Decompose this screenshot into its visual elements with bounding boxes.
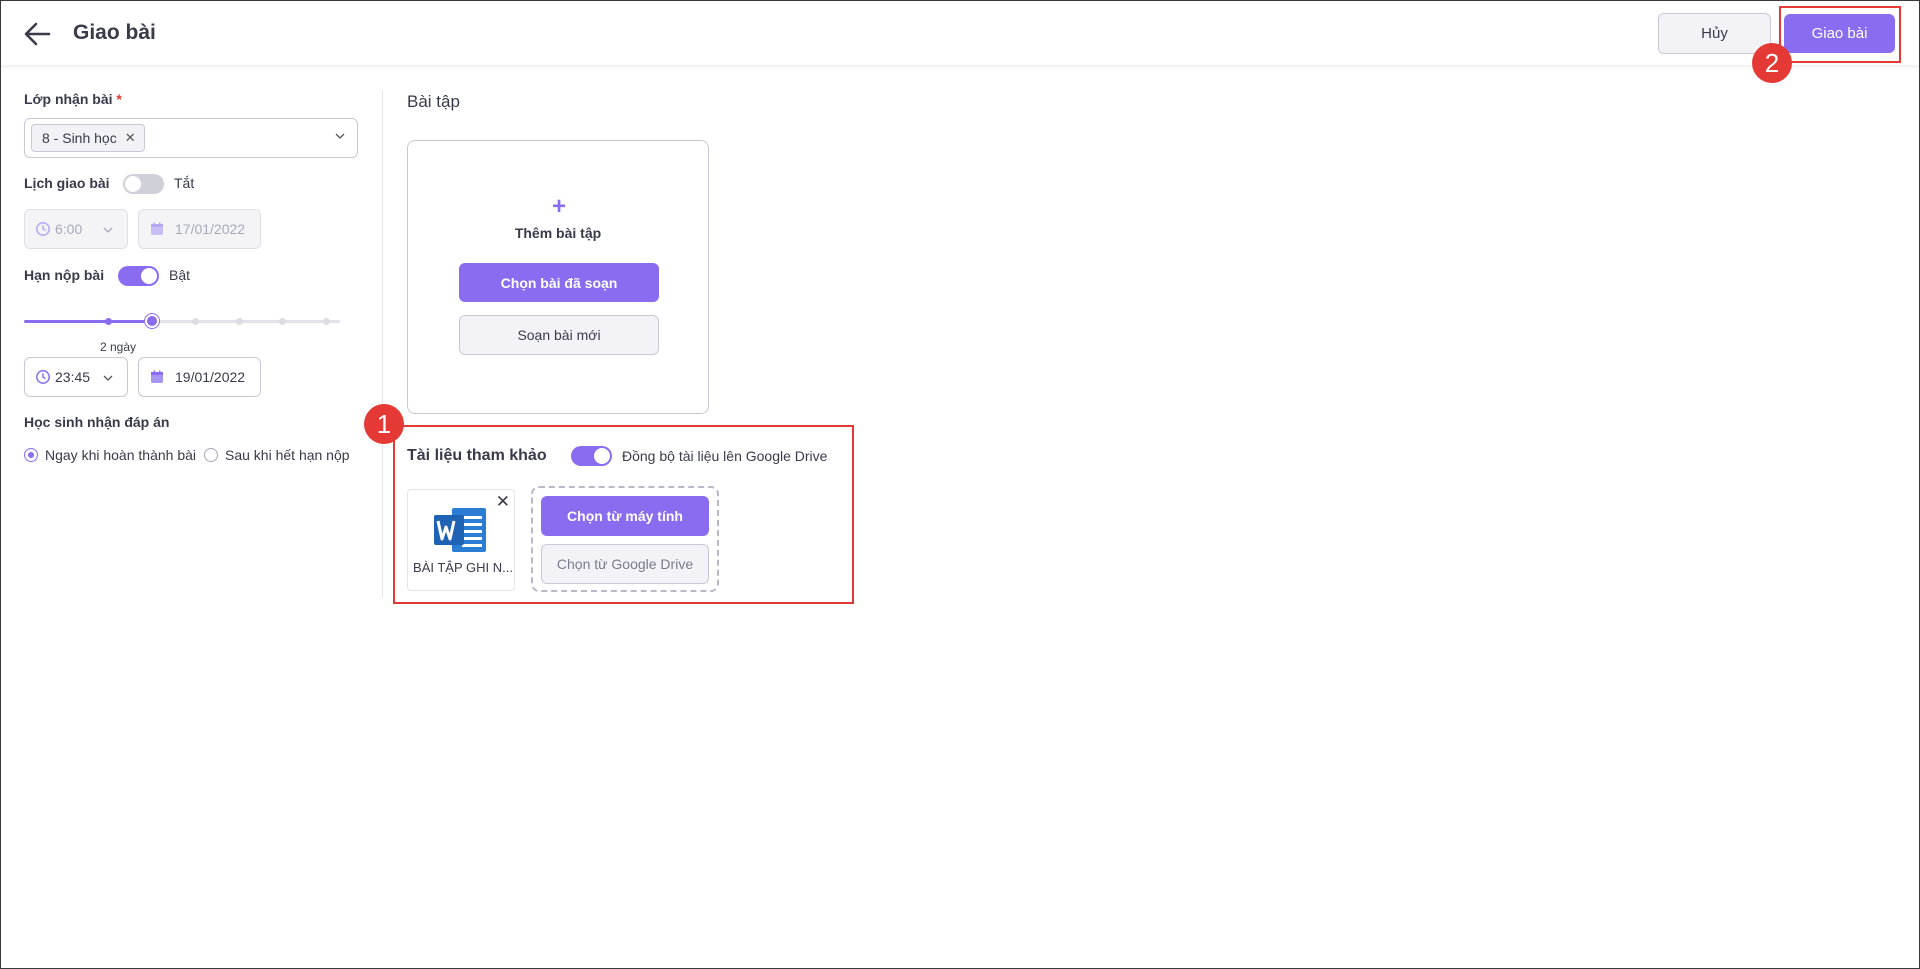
chevron-down-icon: [103, 375, 113, 381]
upload-dropzone[interactable]: Chọn từ máy tính Chọn từ Google Drive: [531, 486, 719, 592]
upload-from-drive-button[interactable]: Chọn từ Google Drive: [541, 544, 709, 584]
deadline-slider[interactable]: [24, 314, 340, 328]
drive-sync-toggle[interactable]: [571, 446, 612, 466]
schedule-time-value: 6:00: [55, 221, 83, 237]
exercises-title: Bài tập: [407, 92, 460, 111]
schedule-date-field: 17/01/2022: [138, 209, 261, 249]
slider-step-dot[interactable]: [279, 318, 287, 325]
slider-step-dot[interactable]: [192, 318, 199, 325]
class-tag: 8 - Sinh học ✕: [31, 124, 145, 152]
compose-new-button[interactable]: Soạn bài mới: [459, 315, 659, 355]
clock-icon: [36, 222, 50, 236]
radio-button[interactable]: [24, 448, 38, 462]
answer-option-label: Ngay khi hoàn thành bài: [45, 447, 196, 463]
deadline-date-value: 19/01/2022: [175, 369, 246, 385]
remove-tag-icon[interactable]: ✕: [125, 125, 136, 151]
word-doc-icon: [434, 508, 486, 552]
plus-icon: +: [552, 193, 567, 220]
schedule-label: Lịch giao bài: [24, 175, 110, 191]
calendar-icon: [151, 370, 163, 383]
add-exercise-card: + Thêm bài tập Chọn bài đã soạn Soạn bài…: [407, 140, 709, 414]
answer-option-immediate[interactable]: Ngay khi hoàn thành bài: [24, 447, 196, 463]
class-select[interactable]: 8 - Sinh học ✕: [24, 118, 358, 158]
submit-assignment-button[interactable]: Giao bài: [1784, 14, 1895, 53]
deadline-date-field[interactable]: 19/01/2022: [138, 357, 261, 397]
back-arrow-icon[interactable]: [23, 21, 51, 47]
panel-divider: [382, 90, 383, 598]
schedule-date-value: 17/01/2022: [175, 221, 246, 237]
cancel-button[interactable]: Hủy: [1658, 13, 1771, 54]
references-title: Tài liệu tham khảo: [407, 447, 547, 464]
schedule-time-select: 6:00: [24, 209, 128, 249]
slider-fill: [24, 320, 152, 323]
close-icon[interactable]: ✕: [496, 492, 510, 512]
slider-step-dot[interactable]: [104, 318, 112, 325]
annotation-badge-1: 1: [364, 404, 404, 444]
annotation-badge-2: 2: [1752, 43, 1792, 83]
page-title: Giao bài: [73, 21, 156, 44]
slider-step-dot[interactable]: [235, 318, 243, 325]
chevron-down-icon: [103, 227, 113, 233]
radio-button[interactable]: [204, 448, 218, 462]
slider-thumb[interactable]: [144, 314, 159, 328]
calendar-icon: [151, 222, 163, 235]
deadline-toggle-state: Bật: [169, 267, 191, 283]
answer-label: Học sinh nhận đáp án: [24, 414, 170, 430]
file-name: BÀI TẬP GHI N...: [413, 560, 513, 575]
slider-step-dot[interactable]: [323, 318, 330, 325]
top-bar: Giao bài: [1, 1, 1919, 65]
answer-option-after-deadline[interactable]: Sau khi hết hạn nộp: [204, 447, 350, 463]
add-exercise-text: Thêm bài tập: [514, 225, 602, 241]
upload-from-computer-button[interactable]: Chọn từ máy tính: [541, 496, 709, 536]
chevron-down-icon: [335, 133, 345, 139]
schedule-toggle[interactable]: [123, 174, 164, 194]
attached-file-card[interactable]: ✕ BÀI TẬP GHI N...: [407, 489, 515, 591]
deadline-time-value: 23:45: [55, 369, 91, 385]
drive-sync-label: Đồng bộ tài liệu lên Google Drive: [622, 448, 828, 464]
class-tag-label: 8 - Sinh học: [42, 130, 117, 146]
deadline-label: Hạn nộp bài: [24, 267, 105, 283]
answer-option-label: Sau khi hết hạn nộp: [225, 447, 350, 463]
class-label: Lớp nhận bài *: [24, 91, 122, 107]
deadline-toggle[interactable]: [118, 266, 159, 286]
slider-value-label: 2 ngày: [100, 340, 137, 354]
clock-icon: [36, 370, 50, 384]
deadline-time-select[interactable]: 23:45: [24, 357, 128, 397]
choose-prepared-button[interactable]: Chọn bài đã soạn: [459, 263, 659, 302]
schedule-toggle-state: Tắt: [174, 175, 195, 191]
required-mark: *: [116, 91, 122, 107]
